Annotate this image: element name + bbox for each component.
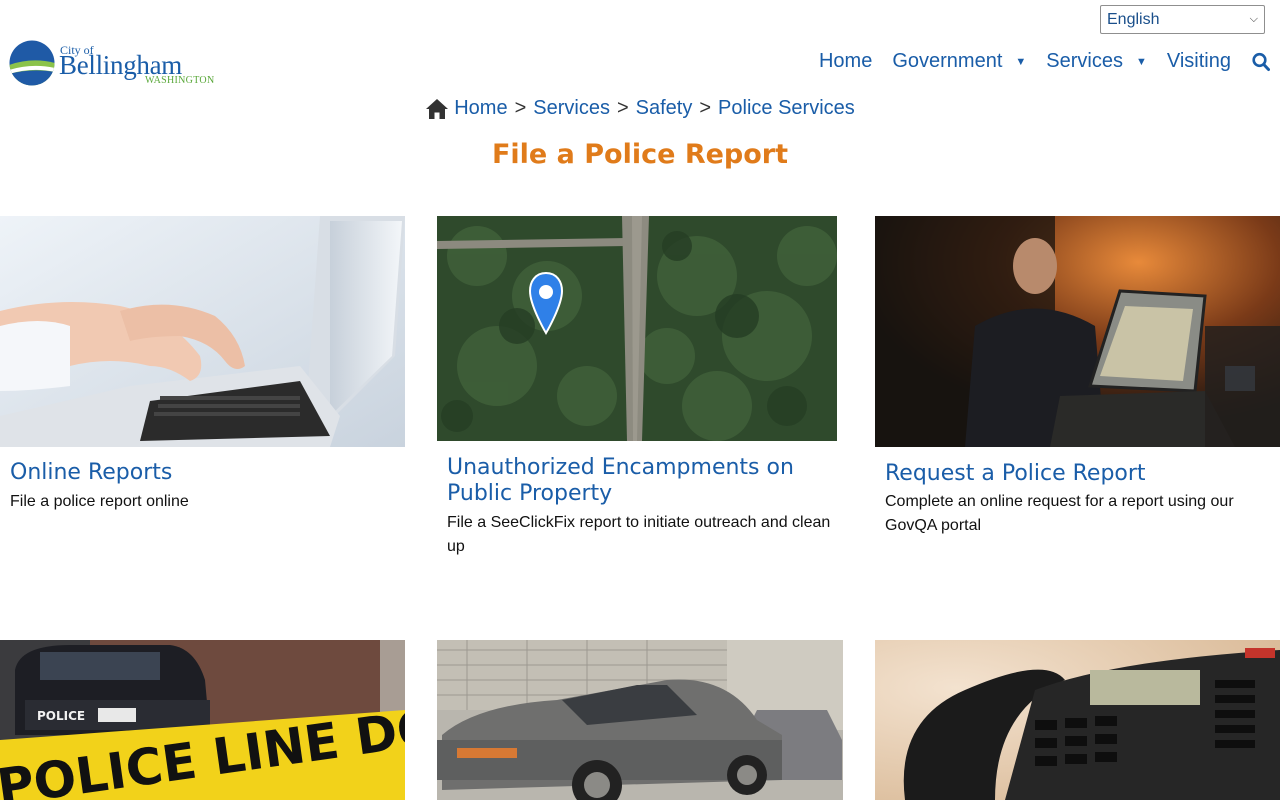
- chevron-down-icon: ⌵: [1249, 13, 1258, 25]
- nav-item-label: Services: [1046, 50, 1123, 72]
- language-select[interactable]: English ⌵: [1100, 5, 1265, 34]
- home-icon[interactable]: [425, 98, 449, 120]
- card-request-police-report[interactable]: Request a Police Report Complete an onli…: [875, 216, 1280, 556]
- card-description: Complete an online request for a report …: [885, 493, 1234, 534]
- page-title: File a Police Report: [491, 139, 789, 170]
- breadcrumb-separator: >: [699, 97, 712, 119]
- city-logo[interactable]: City of Bellingham WASHINGTON: [9, 38, 219, 90]
- nav-item-government[interactable]: Government ▼: [892, 50, 1026, 73]
- card-abandoned-vehicles[interactable]: [437, 640, 843, 800]
- card-title[interactable]: Online Reports: [10, 460, 400, 486]
- nav-item-home[interactable]: Home: [819, 50, 872, 73]
- nav-item-label: Home: [818, 50, 873, 72]
- card-title[interactable]: Unauthorized Encampments on Public Prope…: [447, 455, 832, 507]
- card-unauthorized-encampments[interactable]: Unauthorized Encampments on Public Prope…: [437, 216, 837, 576]
- officer-laptop-image: [875, 216, 1280, 447]
- logo-state: WASHINGTON: [145, 75, 215, 86]
- laptop-typing-image: [0, 216, 405, 447]
- car-police-text: POLICE: [37, 709, 85, 723]
- nav-item-services[interactable]: Services ▼: [1046, 50, 1147, 73]
- abandoned-cars-image: [437, 640, 843, 800]
- card-title[interactable]: Request a Police Report: [885, 461, 1275, 487]
- card-police-line[interactable]: POLICE POLICE LINE DO NOT CROSS: [0, 640, 405, 800]
- nav-item-visiting[interactable]: Visiting: [1167, 50, 1231, 73]
- aerial-map-image: [437, 216, 837, 441]
- card-online-reports[interactable]: Online Reports File a police report onli…: [0, 216, 405, 536]
- search-icon[interactable]: [1252, 52, 1270, 72]
- breadcrumb-separator: >: [616, 97, 629, 119]
- caret-down-icon: ▼: [1015, 55, 1027, 68]
- desk-telephone-image: [875, 640, 1280, 800]
- breadcrumb-police-services[interactable]: Police Services: [718, 97, 855, 120]
- nav-item-label: Visiting: [1166, 50, 1231, 72]
- logo-seal-icon: [9, 40, 55, 86]
- card-description: File a SeeClickFix report to initiate ou…: [447, 514, 831, 555]
- language-select-value: English: [1107, 10, 1160, 28]
- card-description: File a police report online: [10, 493, 189, 510]
- card-call-police[interactable]: [875, 640, 1280, 800]
- police-tape-image: POLICE POLICE LINE DO NOT CROSS: [0, 640, 405, 800]
- breadcrumb-separator: >: [514, 97, 527, 119]
- breadcrumb-services[interactable]: Services: [533, 97, 610, 120]
- breadcrumb-home[interactable]: Home: [454, 97, 507, 120]
- caret-down-icon: ▼: [1135, 55, 1147, 68]
- breadcrumb-safety[interactable]: Safety: [636, 97, 693, 120]
- main-nav: Home Government ▼ Services ▼ Visiting: [799, 50, 1270, 73]
- nav-item-label: Government: [892, 50, 1003, 72]
- breadcrumb: Home > Services > Safety > Police Servic…: [0, 97, 1280, 120]
